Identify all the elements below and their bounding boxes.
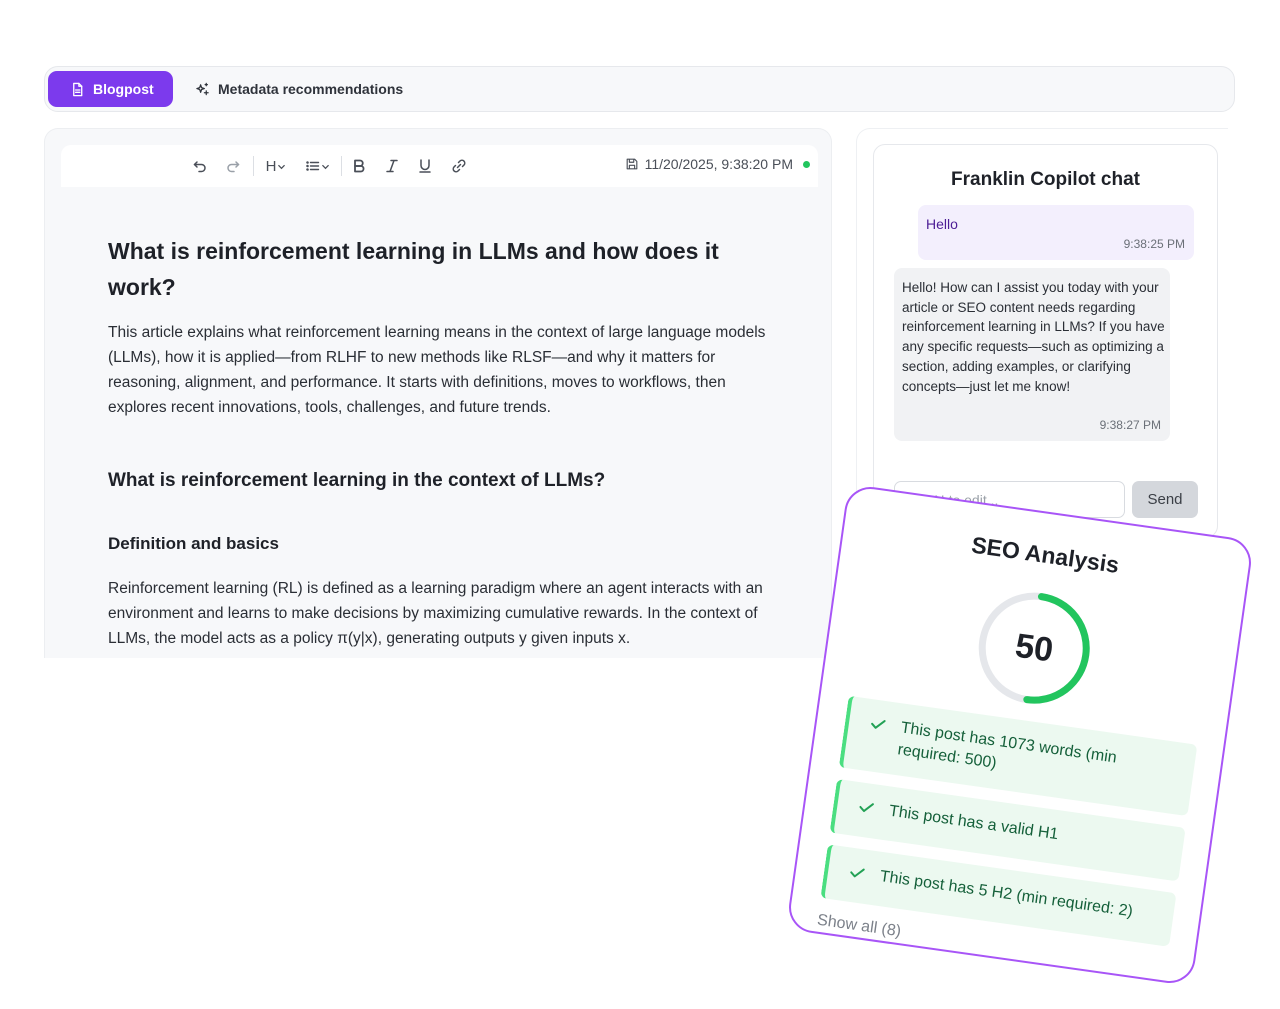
toolbar-divider (341, 156, 342, 176)
list-dropdown[interactable] (303, 155, 331, 177)
heading-label: H (265, 157, 277, 175)
send-button[interactable]: Send (1132, 481, 1198, 518)
message-time: 9:38:27 PM (1099, 418, 1161, 432)
status-dot (803, 160, 810, 168)
save-status: 11/20/2025, 9:38:20 PM (625, 156, 810, 172)
redo-icon (227, 161, 240, 173)
link-icon (452, 159, 466, 173)
heading-dropdown[interactable]: H (263, 155, 289, 177)
document-paragraph: Reinforcement learning (RL) is defined a… (108, 580, 763, 647)
bold-button[interactable] (348, 155, 370, 177)
tab-bar: Blogpost Metadata recommendations (44, 66, 1235, 112)
checkmark-icon (871, 720, 886, 729)
bold-icon (354, 159, 365, 173)
save-timestamp: 11/20/2025, 9:38:20 PM (644, 156, 793, 172)
assistant-message: Hello! How can I assist you today with y… (894, 268, 1170, 441)
editor-toolbar: H 11/20/2025, 9:38:20 PM (61, 145, 818, 187)
link-button[interactable] (448, 155, 470, 177)
seo-analysis-card: SEO Analysis 50 This post has 1073 words… (785, 483, 1255, 987)
undo-icon (193, 161, 206, 173)
message-text: Hello (926, 216, 958, 232)
document-intro: This article explains what reinforcement… (108, 324, 766, 416)
seo-check-text: This post has 1073 words (min required: … (896, 719, 1118, 772)
italic-icon (386, 159, 398, 173)
tab-blogpost[interactable]: Blogpost (48, 71, 173, 107)
document-title: What is reinforcement learning in LLMs a… (108, 238, 719, 300)
checkmark-icon (850, 868, 865, 878)
chevron-down-icon (321, 164, 329, 169)
italic-button[interactable] (381, 155, 403, 177)
editor-panel: H 11/20/2025, 9:38:20 PM What is reinfor… (44, 128, 832, 658)
message-time: 9:38:25 PM (1123, 237, 1185, 251)
checkmark-icon (859, 803, 874, 813)
chevron-down-icon (278, 164, 286, 169)
underline-icon (419, 159, 431, 173)
document-icon (73, 82, 83, 96)
document-content[interactable]: What is reinforcement learning in LLMs a… (108, 233, 778, 651)
sparkles-icon (196, 82, 209, 95)
save-icon (626, 158, 637, 170)
redo-button[interactable] (222, 155, 244, 177)
subsection-heading: Definition and basics (108, 534, 279, 553)
section-heading: What is reinforcement learning in the co… (108, 470, 606, 491)
tab-label: Metadata recommendations (218, 81, 404, 97)
seo-check-text: This post has 5 H2 (min required: 2) (878, 867, 1134, 921)
chat-title: Franklin Copilot chat (951, 169, 1140, 190)
seo-score: 50 (1012, 626, 1056, 670)
show-all-link[interactable]: Show all (8) (816, 912, 902, 942)
tab-label: Blogpost (93, 81, 154, 97)
underline-button[interactable] (414, 155, 436, 177)
undo-button[interactable] (189, 155, 211, 177)
seo-check-text: This post has a valid H1 (887, 802, 1060, 844)
toolbar-divider (253, 156, 254, 176)
user-message: Hello 9:38:25 PM (918, 205, 1194, 260)
list-icon (305, 161, 319, 171)
chat-panel: Franklin Copilot chat Hello 9:38:25 PM H… (873, 144, 1218, 538)
message-text: Hello! How can I assist you today with y… (902, 280, 1165, 394)
tab-metadata-recommendations[interactable]: Metadata recommendations (195, 71, 403, 107)
